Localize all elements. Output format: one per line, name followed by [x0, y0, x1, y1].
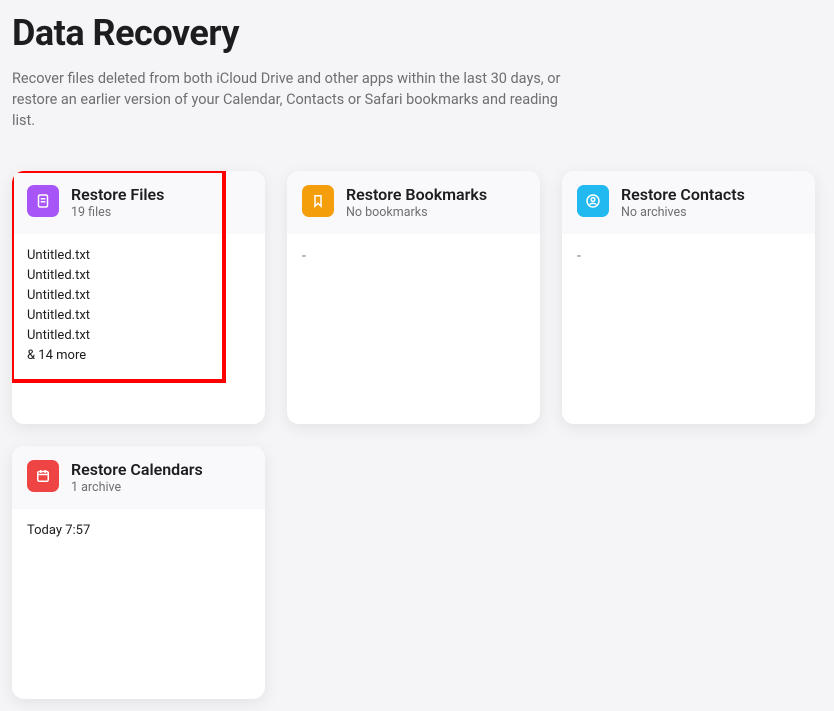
card-title: Restore Bookmarks — [346, 185, 487, 204]
card-title: Restore Files — [71, 185, 164, 204]
card-body: - — [562, 234, 815, 424]
file-icon — [27, 185, 59, 217]
cards-grid: Restore Files 19 files Untitled.txt Unti… — [12, 171, 822, 699]
contact-icon — [577, 185, 609, 217]
page-description: Recover files deleted from both iCloud D… — [12, 68, 572, 131]
empty-placeholder: - — [577, 248, 581, 264]
file-item: Untitled.txt — [27, 288, 250, 303]
card-title-wrap: Restore Contacts No archives — [621, 185, 745, 220]
card-header: Restore Bookmarks No bookmarks — [287, 171, 540, 234]
restore-contacts-card[interactable]: Restore Contacts No archives - — [562, 171, 815, 424]
card-subtitle: 19 files — [71, 205, 164, 220]
calendar-icon — [27, 460, 59, 492]
empty-placeholder: - — [302, 248, 306, 264]
card-title-wrap: Restore Bookmarks No bookmarks — [346, 185, 487, 220]
card-subtitle: No archives — [621, 205, 745, 220]
bookmark-icon — [302, 185, 334, 217]
restore-files-card[interactable]: Restore Files 19 files Untitled.txt Unti… — [12, 171, 265, 424]
card-title-wrap: Restore Calendars 1 archive — [71, 460, 203, 495]
file-item: Untitled.txt — [27, 248, 250, 263]
file-list: Untitled.txt Untitled.txt Untitled.txt U… — [27, 248, 250, 363]
card-header: Restore Calendars 1 archive — [12, 446, 265, 509]
card-body: Untitled.txt Untitled.txt Untitled.txt U… — [12, 234, 265, 424]
card-header: Restore Files 19 files — [12, 171, 265, 234]
card-title: Restore Calendars — [71, 460, 203, 479]
restore-calendars-card[interactable]: Restore Calendars 1 archive Today 7:57 — [12, 446, 265, 699]
archive-item: Today 7:57 — [27, 523, 90, 538]
card-title-wrap: Restore Files 19 files — [71, 185, 164, 220]
file-item: Untitled.txt — [27, 268, 250, 283]
card-body: - — [287, 234, 540, 424]
card-body: Today 7:57 — [12, 509, 265, 699]
card-subtitle: No bookmarks — [346, 205, 487, 220]
card-header: Restore Contacts No archives — [562, 171, 815, 234]
card-subtitle: 1 archive — [71, 480, 203, 495]
file-item: Untitled.txt — [27, 308, 250, 323]
card-title: Restore Contacts — [621, 185, 745, 204]
page-title: Data Recovery — [12, 12, 822, 54]
file-item: Untitled.txt — [27, 328, 250, 343]
restore-bookmarks-card[interactable]: Restore Bookmarks No bookmarks - — [287, 171, 540, 424]
file-more: & 14 more — [27, 348, 250, 363]
